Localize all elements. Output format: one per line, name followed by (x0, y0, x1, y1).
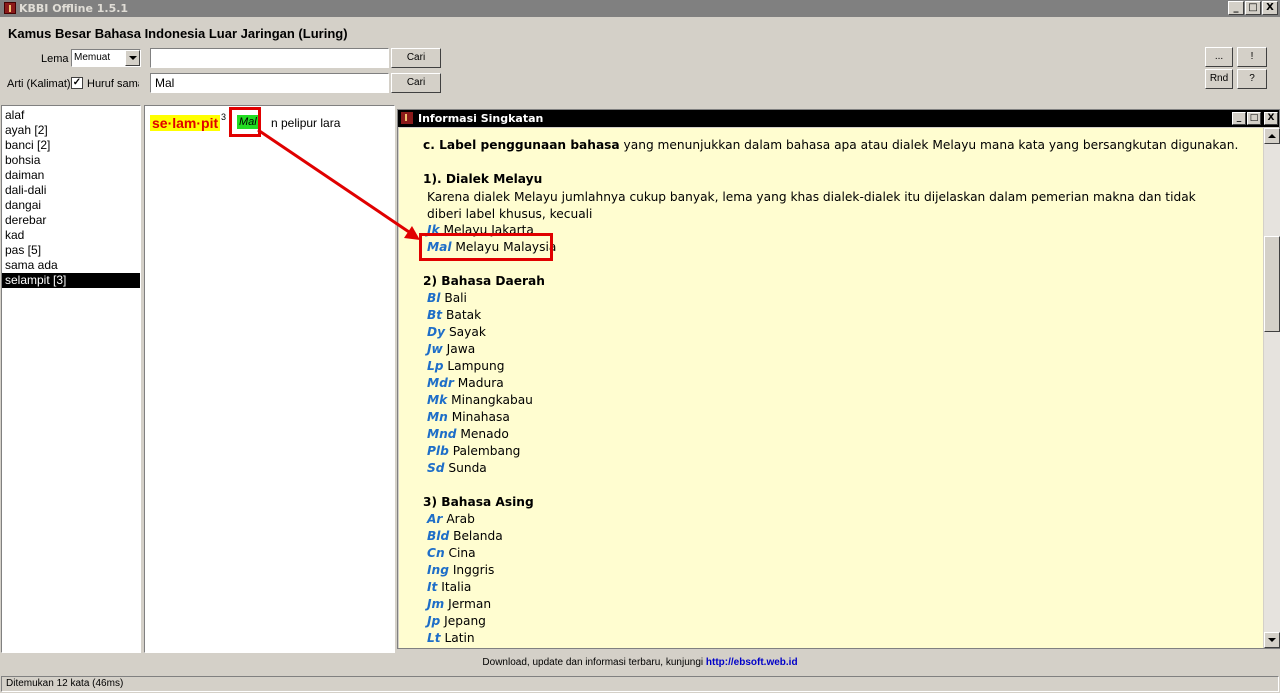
footer-text: Download, update dan informasi terbaru, … (482, 657, 706, 668)
status-bar: Ditemukan 12 kata (46ms) (1, 676, 1279, 692)
footer-info: Download, update dan informasi terbaru, … (0, 657, 1280, 668)
website-link[interactable]: http://ebsoft.web.id (706, 657, 798, 668)
annotation-arrow-icon (257, 128, 420, 240)
